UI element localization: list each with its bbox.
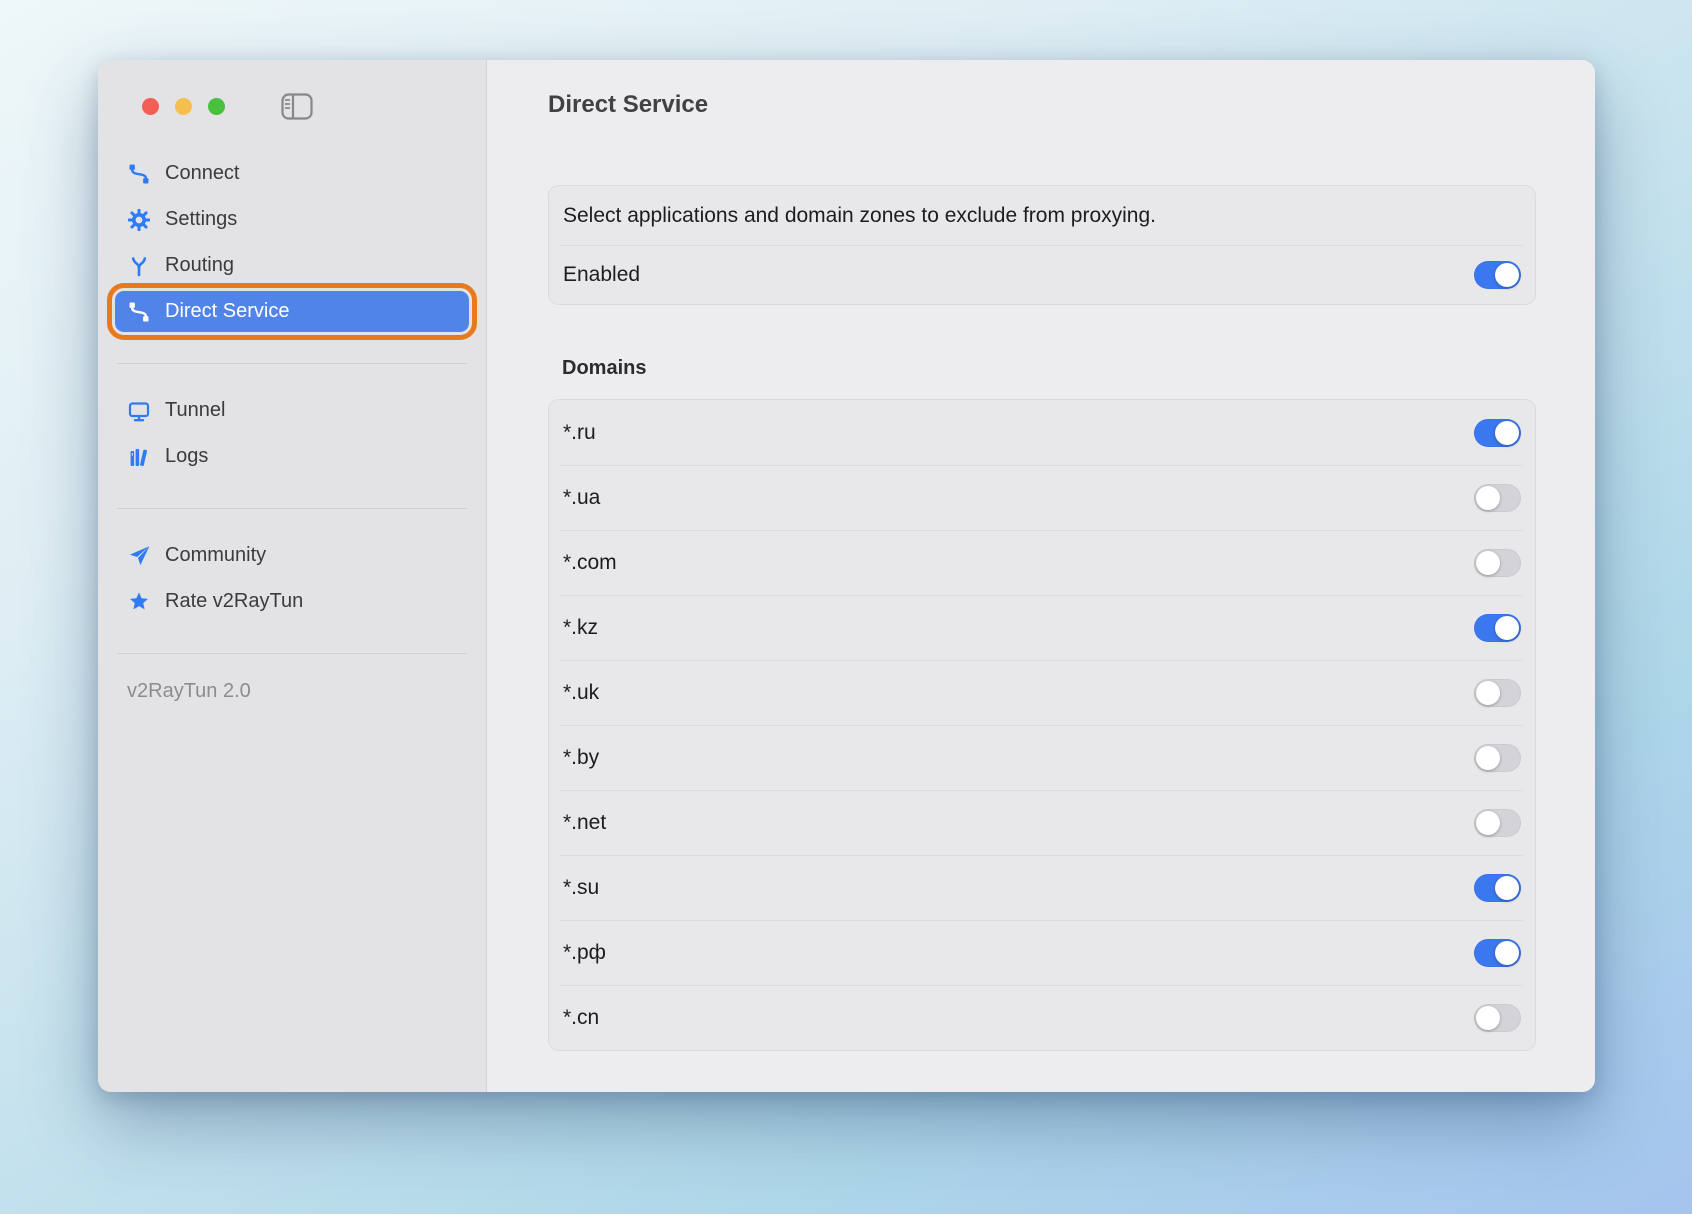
sidebar-item-label: Direct Service (165, 300, 289, 323)
enabled-row: Enabled (549, 245, 1535, 304)
domain-row: *.ru (549, 400, 1535, 465)
display-icon (127, 399, 151, 423)
titlebar (115, 96, 469, 116)
toggle-knob (1495, 263, 1519, 287)
minimize-button[interactable] (175, 98, 192, 115)
description-row: Select applications and domain zones to … (549, 186, 1535, 245)
sidebar-item-label: Logs (165, 445, 208, 468)
domain-toggle[interactable] (1474, 549, 1521, 577)
enabled-label: Enabled (563, 263, 640, 287)
sidebar-item-label: Tunnel (165, 399, 225, 422)
domain-toggle[interactable] (1474, 484, 1521, 512)
books-icon (127, 445, 151, 469)
domain-toggle[interactable] (1474, 1004, 1521, 1032)
domains-card: *.ru *.ua *.com *.kz *.uk (548, 399, 1536, 1051)
toggle-knob (1495, 876, 1519, 900)
main-panel: Direct Service Select applications and d… (487, 60, 1595, 1092)
branch-icon (127, 254, 151, 278)
sidebar: Connect (98, 60, 487, 1092)
toggle-knob (1476, 1006, 1500, 1030)
sidebar-item-rate[interactable]: Rate v2RayTun (115, 581, 469, 622)
traffic-lights (142, 98, 225, 115)
sidebar-divider (117, 653, 467, 654)
description-text: Select applications and domain zones to … (563, 204, 1156, 228)
domain-toggle[interactable] (1474, 744, 1521, 772)
domain-toggle[interactable] (1474, 419, 1521, 447)
sidebar-item-label: Rate v2RayTun (165, 590, 303, 613)
toggle-knob (1495, 616, 1519, 640)
sidebar-item-routing[interactable]: Routing (115, 245, 469, 286)
general-card: Select applications and domain zones to … (548, 185, 1536, 305)
domain-label: *.su (563, 876, 599, 900)
sidebar-toggle-icon[interactable] (281, 93, 313, 120)
domain-row: *.su (549, 855, 1535, 920)
sidebar-item-logs[interactable]: Logs (115, 436, 469, 477)
domain-row: *.com (549, 530, 1535, 595)
domain-toggle[interactable] (1474, 679, 1521, 707)
domain-row: *.kz (549, 595, 1535, 660)
sidebar-item-label: Community (165, 544, 266, 567)
sidebar-divider (117, 363, 467, 364)
domains-section-header: Domains (562, 357, 1536, 380)
toggle-knob (1495, 941, 1519, 965)
domain-toggle[interactable] (1474, 809, 1521, 837)
domain-label: *.ru (563, 421, 596, 445)
domain-label: *.net (563, 811, 606, 835)
sidebar-item-tunnel[interactable]: Tunnel (115, 390, 469, 431)
star-icon (127, 590, 151, 614)
toggle-knob (1476, 746, 1500, 770)
domain-label: *.by (563, 746, 599, 770)
direct-service-icon (127, 300, 151, 324)
toggle-knob (1495, 421, 1519, 445)
sidebar-item-label: Connect (165, 162, 240, 185)
domain-toggle[interactable] (1474, 614, 1521, 642)
enabled-toggle[interactable] (1474, 261, 1521, 289)
domain-label: *.cn (563, 1006, 599, 1030)
sidebar-item-settings[interactable]: Settings (115, 199, 469, 240)
domain-label: *.kz (563, 616, 598, 640)
sidebar-item-connect[interactable]: Connect (115, 153, 469, 194)
domain-row: *.рф (549, 920, 1535, 985)
domain-row: *.cn (549, 985, 1535, 1050)
domain-row: *.uk (549, 660, 1535, 725)
toggle-knob (1476, 681, 1500, 705)
connect-icon (127, 162, 151, 186)
app-window: Connect (98, 60, 1595, 1092)
gear-icon (127, 208, 151, 232)
domain-row: *.ua (549, 465, 1535, 530)
sidebar-item-label: Routing (165, 254, 234, 277)
app-version-label: v2RayTun 2.0 (127, 680, 469, 703)
domain-label: *.рф (563, 941, 606, 965)
sidebar-item-direct-service[interactable]: Direct Service (115, 291, 469, 332)
domain-label: *.com (563, 551, 617, 575)
page-title: Direct Service (548, 88, 1536, 122)
sidebar-item-community[interactable]: Community (115, 535, 469, 576)
sidebar-item-label: Settings (165, 208, 237, 231)
close-button[interactable] (142, 98, 159, 115)
domain-label: *.uk (563, 681, 599, 705)
domain-row: *.net (549, 790, 1535, 855)
zoom-button[interactable] (208, 98, 225, 115)
domain-toggle[interactable] (1474, 874, 1521, 902)
toggle-knob (1476, 486, 1500, 510)
sidebar-nav: Connect (115, 153, 469, 703)
domain-toggle[interactable] (1474, 939, 1521, 967)
toggle-knob (1476, 811, 1500, 835)
sidebar-divider (117, 508, 467, 509)
paperplane-icon (127, 544, 151, 568)
toggle-knob (1476, 551, 1500, 575)
domain-row: *.by (549, 725, 1535, 790)
domain-label: *.ua (563, 486, 600, 510)
